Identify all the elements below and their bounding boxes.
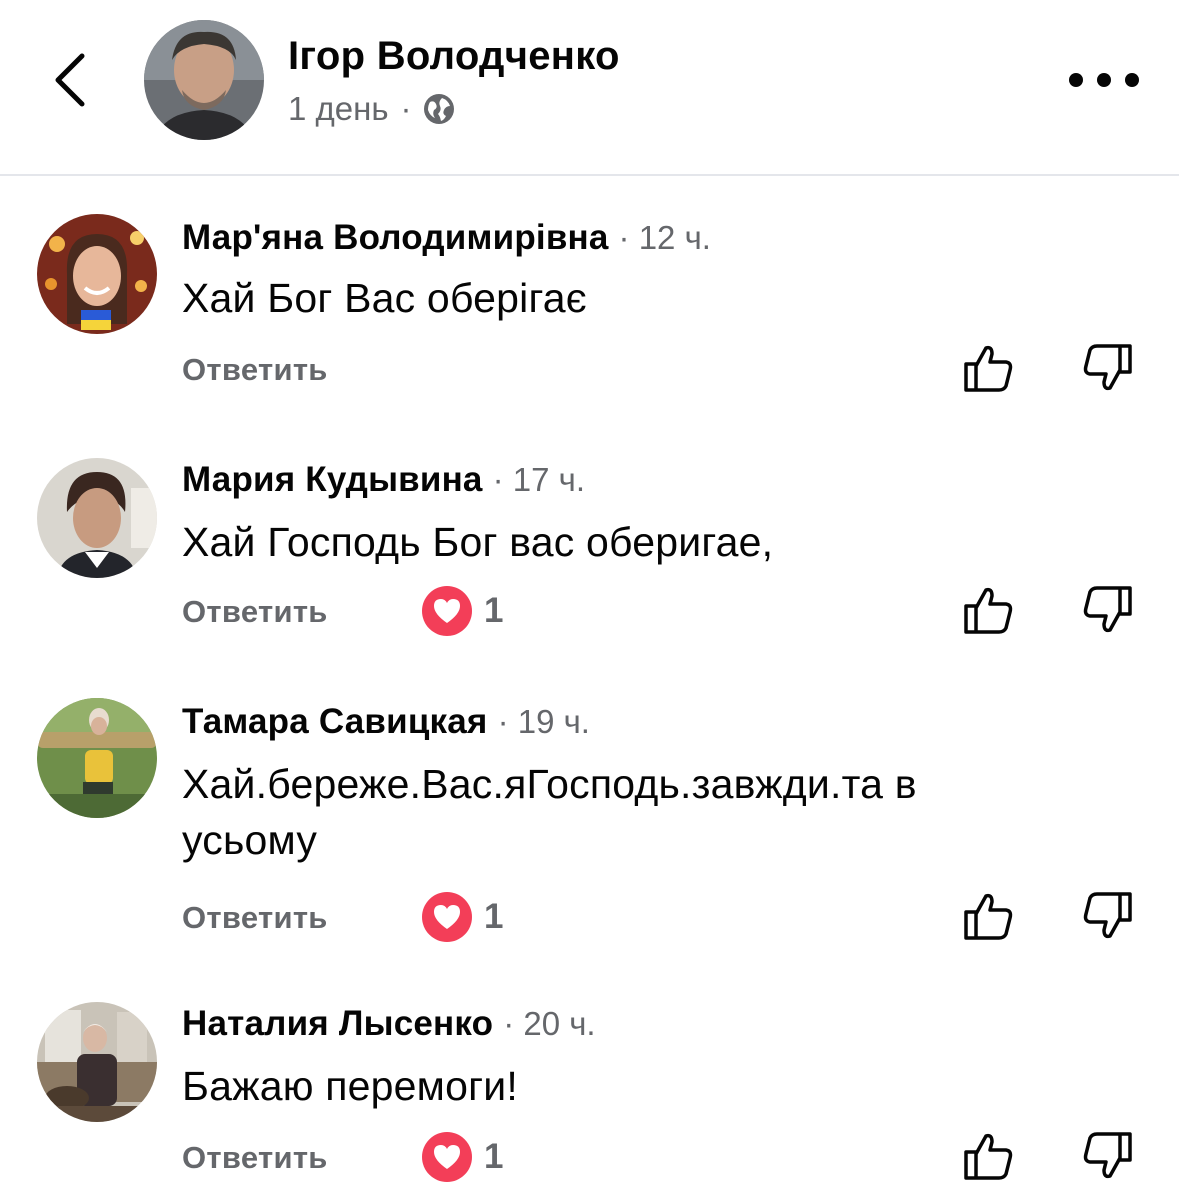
reaction-summary[interactable]: 1 [422, 1132, 503, 1182]
post-time[interactable]: 1 день [288, 90, 389, 128]
commenter-avatar[interactable] [37, 698, 157, 818]
thumbs-down-icon [1083, 586, 1132, 633]
comment-text: Бажаю перемоги! [182, 1063, 518, 1109]
comment-time: · 17 ч. [492, 461, 585, 498]
heart-icon [422, 1132, 472, 1182]
author-avatar[interactable] [144, 20, 264, 140]
thumbs-up-icon [964, 345, 1013, 392]
commenter-avatar[interactable] [37, 1002, 157, 1122]
reply-button[interactable]: Ответить [182, 1140, 328, 1176]
comment-text: Хай.береже.Вас.яГосподь.завжди.та в усьо… [182, 761, 917, 863]
reply-button[interactable]: Ответить [182, 352, 328, 388]
comment-header: Наталия Лысенко · 20 ч. [182, 1004, 596, 1044]
post-meta: 1 день · [288, 90, 456, 128]
comment-text: Хай Бог Вас оберігає [182, 275, 587, 321]
comment-actions: Ответить 1 [182, 586, 1142, 636]
like-button[interactable] [962, 890, 1014, 942]
like-button[interactable] [962, 342, 1014, 394]
thumbs-up-icon [964, 893, 1013, 940]
commenter-name[interactable]: Тамара Савицкая [182, 702, 488, 742]
reaction-count: 1 [484, 897, 504, 936]
thumbs-up-icon [964, 587, 1013, 634]
commenter-avatar[interactable] [37, 214, 157, 334]
comment-time: · 20 ч. [503, 1005, 596, 1042]
reply-button[interactable]: Ответить [182, 900, 328, 936]
thumbs-down-icon [1083, 344, 1132, 391]
reply-button[interactable]: Ответить [182, 594, 328, 630]
comment-actions: Ответить 1 [182, 1132, 1142, 1182]
author-name[interactable]: Ігор Володченко [288, 34, 620, 79]
commenter-name[interactable]: Мария Кудывина [182, 460, 483, 500]
dislike-button[interactable] [1082, 1130, 1134, 1182]
globe-icon [423, 94, 454, 124]
comment-header: Мария Кудывина · 17 ч. [182, 460, 585, 500]
more-icon [1069, 73, 1083, 87]
comment-actions: Ответить [182, 344, 1142, 394]
thumbs-down-icon [1083, 1132, 1132, 1179]
comment-time: · 19 ч. [497, 703, 590, 740]
comment-header: Тамара Савицкая · 19 ч. [182, 702, 590, 742]
thumbs-down-icon [1083, 892, 1132, 939]
reaction-count: 1 [484, 591, 504, 630]
comment-header: Мар'яна Володимирівна · 12 ч. [182, 218, 711, 258]
reaction-summary[interactable]: 1 [422, 892, 503, 942]
comment-time: · 12 ч. [618, 219, 711, 256]
comment-text: Хай Господь Бог вас оберигае, [182, 519, 774, 565]
like-button[interactable] [962, 1130, 1014, 1182]
commenter-avatar[interactable] [37, 458, 157, 578]
reaction-count: 1 [484, 1137, 504, 1176]
post-header: Ігор Володченко 1 день · [0, 0, 1179, 176]
chevron-left-icon [55, 53, 85, 107]
back-button[interactable] [40, 48, 100, 112]
more-options-button[interactable] [1069, 62, 1139, 98]
dislike-button[interactable] [1082, 584, 1134, 636]
dislike-button[interactable] [1082, 342, 1134, 394]
reaction-summary[interactable]: 1 [422, 586, 503, 636]
meta-separator: · [400, 90, 412, 127]
thumbs-up-icon [964, 1133, 1013, 1180]
commenter-name[interactable]: Мар'яна Володимирівна [182, 218, 609, 258]
commenter-name[interactable]: Наталия Лысенко [182, 1004, 493, 1044]
like-button[interactable] [962, 584, 1014, 636]
heart-icon [422, 586, 472, 636]
dislike-button[interactable] [1082, 890, 1134, 942]
comment-actions: Ответить 1 [182, 892, 1142, 942]
heart-icon [422, 892, 472, 942]
